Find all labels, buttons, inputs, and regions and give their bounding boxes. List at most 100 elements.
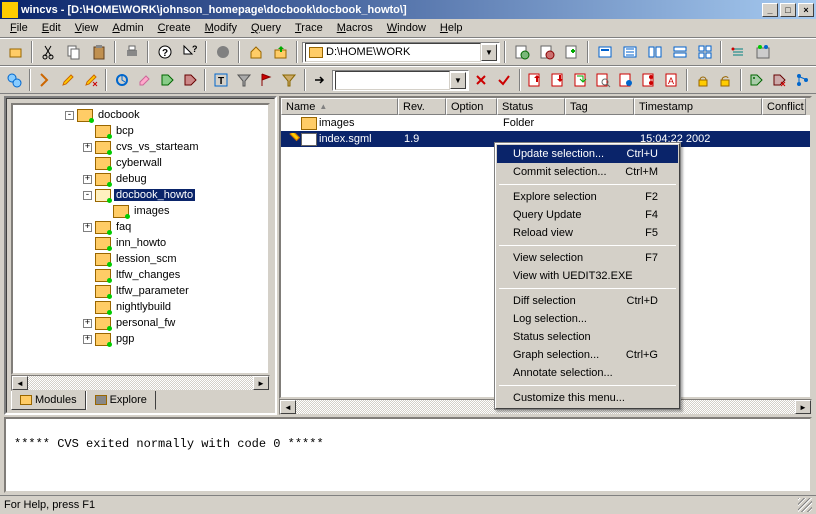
r-icon-7[interactable]: A [661, 69, 682, 91]
column-option[interactable]: Option [446, 98, 497, 115]
r-icon-6[interactable] [639, 69, 660, 91]
flag-icon[interactable] [256, 69, 277, 91]
copy-icon[interactable] [62, 41, 85, 63]
tb-icon-3[interactable] [560, 41, 583, 63]
ctx-log-selection-[interactable]: Log selection... [497, 310, 678, 328]
r-icon-4[interactable] [593, 69, 614, 91]
tree-item-cvs_vs_starteam[interactable]: +cvs_vs_starteam [15, 139, 266, 155]
tree-item-docbook[interactable]: -docbook [15, 107, 266, 123]
text-icon[interactable]: T [210, 69, 231, 91]
menu-view[interactable]: View [69, 20, 105, 36]
column-timestamp[interactable]: Timestamp [634, 98, 762, 115]
tree-item-inn_howto[interactable]: inn_howto [15, 235, 266, 251]
tree-item-debug[interactable]: +debug [15, 171, 266, 187]
t2-icon-2[interactable] [35, 69, 56, 91]
clear-icon[interactable] [471, 69, 492, 91]
branch-icon[interactable] [791, 69, 812, 91]
tag-green-icon[interactable] [157, 69, 178, 91]
list-row[interactable]: imagesFolder [281, 115, 810, 131]
pencil-x-icon[interactable] [80, 69, 101, 91]
filter-combo[interactable]: ▼ [332, 70, 469, 91]
path-combo[interactable]: D:\HOME\WORK ▼ [302, 42, 500, 63]
apply-icon[interactable] [494, 69, 515, 91]
tag-icon[interactable] [746, 69, 767, 91]
tree-item-nightlybuild[interactable]: nightlybuild [15, 299, 266, 315]
menu-modify[interactable]: Modify [199, 20, 243, 36]
maximize-button[interactable]: □ [780, 3, 796, 17]
menu-window[interactable]: Window [381, 20, 432, 36]
filter-1-icon[interactable] [233, 69, 254, 91]
menu-admin[interactable]: Admin [106, 20, 149, 36]
open-icon[interactable] [4, 41, 27, 63]
menu-trace[interactable]: Trace [289, 20, 329, 36]
tree-item-cyberwall[interactable]: cyberwall [15, 155, 266, 171]
stop-icon[interactable] [211, 41, 234, 63]
t2-icon-1[interactable] [4, 69, 25, 91]
tb-icon-10[interactable] [751, 41, 774, 63]
filter-2-icon[interactable] [279, 69, 300, 91]
column-name[interactable]: Name▲ [281, 98, 398, 115]
tree-view[interactable]: -docbookbcp+cvs_vs_starteamcyberwall+deb… [11, 103, 270, 375]
ctx-explore-selection[interactable]: Explore selectionF2 [497, 188, 678, 206]
home-icon[interactable] [244, 41, 267, 63]
tree-item-personal_fw[interactable]: +personal_fw [15, 315, 266, 331]
ctx-commit-selection-[interactable]: Commit selection...Ctrl+M [497, 163, 678, 181]
menu-edit[interactable]: Edit [36, 20, 67, 36]
ctx-update-selection-[interactable]: Update selection...Ctrl+U [497, 145, 678, 163]
ctx-reload-view[interactable]: Reload viewF5 [497, 224, 678, 242]
t2-icon-3[interactable] [111, 69, 132, 91]
ctx-customize-this-menu-[interactable]: Customize this menu... [497, 389, 678, 407]
tree-item-images[interactable]: images [15, 203, 266, 219]
tree-hscroll[interactable]: ◄► [11, 375, 270, 391]
ctx-query-update[interactable]: Query UpdateF4 [497, 206, 678, 224]
paste-icon[interactable] [87, 41, 110, 63]
ctx-view-selection[interactable]: View selectionF7 [497, 249, 678, 267]
pencil-icon[interactable] [58, 69, 79, 91]
help-icon[interactable]: ? [178, 41, 201, 63]
tb-icon-7[interactable] [668, 41, 691, 63]
print-icon[interactable] [120, 41, 143, 63]
ctx-annotate-selection-[interactable]: Annotate selection... [497, 364, 678, 382]
tree-item-faq[interactable]: +faq [15, 219, 266, 235]
r-icon-1[interactable] [525, 69, 546, 91]
tree-item-docbook_howto[interactable]: -docbook_howto [15, 187, 266, 203]
tb-icon-5[interactable] [618, 41, 641, 63]
tb-icon-4[interactable] [593, 41, 616, 63]
tree-item-lession_scm[interactable]: lession_scm [15, 251, 266, 267]
unlock-icon[interactable] [715, 69, 736, 91]
ctx-status-selection[interactable]: Status selection [497, 328, 678, 346]
menu-create[interactable]: Create [152, 20, 197, 36]
tb-icon-2[interactable] [535, 41, 558, 63]
tree-item-ltfw_parameter[interactable]: ltfw_parameter [15, 283, 266, 299]
ctx-diff-selection[interactable]: Diff selectionCtrl+D [497, 292, 678, 310]
tree-item-pgp[interactable]: +pgp [15, 331, 266, 347]
output-console[interactable]: ***** CVS exited normally with code 0 **… [4, 417, 812, 493]
untag-icon[interactable] [769, 69, 790, 91]
menu-macros[interactable]: Macros [331, 20, 379, 36]
r-icon-3[interactable] [570, 69, 591, 91]
up-icon[interactable] [269, 41, 292, 63]
tree-item-ltfw_changes[interactable]: ltfw_changes [15, 267, 266, 283]
menu-file[interactable]: File [4, 20, 34, 36]
tab-explore[interactable]: Explore [86, 391, 156, 410]
menu-query[interactable]: Query [245, 20, 287, 36]
tb-icon-1[interactable] [510, 41, 533, 63]
close-button[interactable]: × [798, 3, 814, 17]
arrow-icon[interactable] [310, 69, 331, 91]
column-conflict[interactable]: Conflict [762, 98, 806, 115]
lock-icon[interactable] [692, 69, 713, 91]
menu-help[interactable]: Help [434, 20, 469, 36]
tb-icon-9[interactable] [726, 41, 749, 63]
tree-item-bcp[interactable]: bcp [15, 123, 266, 139]
ctx-view-with-uedit-exe[interactable]: View with UEDIT32.EXE [497, 267, 678, 285]
tab-modules[interactable]: Modules [11, 391, 86, 410]
minimize-button[interactable]: _ [762, 3, 778, 17]
tb-icon-6[interactable] [643, 41, 666, 63]
ctx-graph-selection-[interactable]: Graph selection...Ctrl+G [497, 346, 678, 364]
column-status[interactable]: Status [497, 98, 565, 115]
column-rev[interactable]: Rev. [398, 98, 446, 115]
tb-icon-8[interactable] [693, 41, 716, 63]
tag-red-icon[interactable] [180, 69, 201, 91]
r-icon-2[interactable] [547, 69, 568, 91]
about-icon[interactable]: ? [153, 41, 176, 63]
